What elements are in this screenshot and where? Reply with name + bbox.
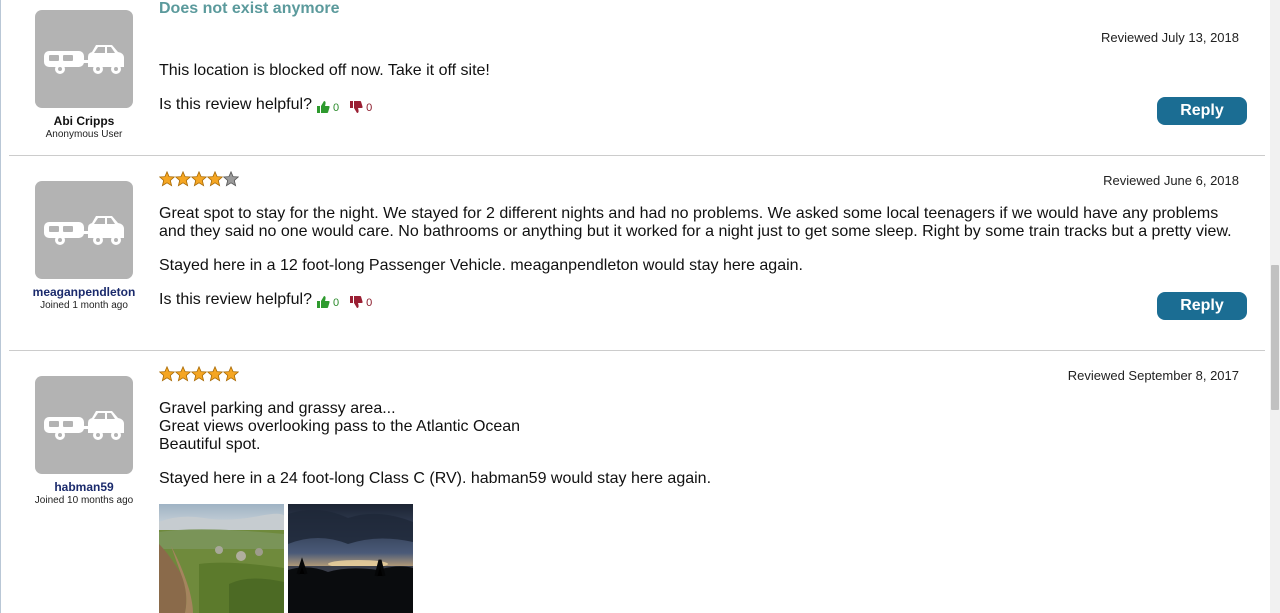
star-icon bbox=[191, 171, 207, 187]
review-body: Great spot to stay for the night. We sta… bbox=[159, 205, 1232, 241]
review-date: Reviewed June 6, 2018 bbox=[1103, 173, 1239, 188]
helpful-label: Is this review helpful? bbox=[159, 291, 312, 308]
review-photo[interactable] bbox=[159, 504, 284, 613]
stay-info: Stayed here in a 12 foot-long Passenger … bbox=[159, 257, 803, 274]
up-count: 0 bbox=[332, 102, 340, 114]
reviewer-status: Joined 10 months ago bbox=[34, 495, 134, 506]
reviewer-info: habman59 Joined 10 months ago bbox=[9, 376, 159, 507]
helpful-row: Is this review helpful? 0 0 bbox=[159, 291, 378, 309]
star-icon bbox=[223, 366, 239, 382]
star-icon bbox=[175, 171, 191, 187]
star-icon bbox=[159, 366, 175, 382]
review-card: habman59 Joined 10 months ago Reviewed S… bbox=[9, 351, 1265, 613]
star-empty-icon bbox=[223, 171, 239, 187]
thumbs-down-icon[interactable] bbox=[349, 100, 363, 114]
helpful-label: Is this review helpful? bbox=[159, 96, 312, 113]
review-card: Abi Cripps Anonymous User Does not exist… bbox=[9, 0, 1265, 156]
up-count: 0 bbox=[332, 297, 340, 309]
stay-info: Stayed here in a 24 foot-long Class C (R… bbox=[159, 470, 712, 487]
reviews-panel: Abi Cripps Anonymous User Does not exist… bbox=[0, 0, 1270, 613]
scrollbar-thumb[interactable] bbox=[1271, 265, 1279, 410]
star-icon bbox=[207, 366, 223, 382]
reviewer-name[interactable]: habman59 bbox=[9, 480, 159, 494]
review-photo[interactable] bbox=[288, 504, 413, 613]
review-card: meaganpendleton Joined 1 month ago Revie… bbox=[9, 156, 1265, 351]
review-date: Reviewed September 8, 2017 bbox=[1067, 368, 1239, 383]
review-date: Reviewed July 13, 2018 bbox=[1100, 30, 1239, 45]
down-count: 0 bbox=[366, 297, 373, 309]
rv-trailer-icon bbox=[35, 10, 133, 108]
down-count: 0 bbox=[366, 102, 373, 114]
thumbs-up-icon[interactable] bbox=[316, 100, 330, 114]
reviewer-name[interactable]: meaganpendleton bbox=[9, 285, 159, 299]
review-content: Does not exist anymore Reviewed July 13,… bbox=[159, 0, 1247, 156]
thumbs-down-icon[interactable] bbox=[349, 295, 363, 309]
scrollbar[interactable] bbox=[1270, 0, 1280, 613]
review-body-line: Gravel parking and grassy area... bbox=[159, 400, 396, 417]
review-body: This location is blocked off now. Take i… bbox=[159, 62, 490, 79]
rv-trailer-icon bbox=[35, 181, 133, 279]
star-icon bbox=[175, 366, 191, 382]
star-rating bbox=[159, 366, 239, 382]
reviewer-status: Anonymous User bbox=[45, 129, 123, 140]
thumbs-up-icon[interactable] bbox=[316, 295, 330, 309]
reviewer-name: Abi Cripps bbox=[53, 114, 115, 128]
star-rating bbox=[159, 171, 239, 187]
reply-button[interactable]: Reply bbox=[1157, 292, 1247, 320]
review-title: Does not exist anymore bbox=[159, 0, 340, 17]
rv-trailer-icon bbox=[35, 376, 133, 474]
reviewer-status: Joined 1 month ago bbox=[40, 300, 128, 311]
reviewer-info: Abi Cripps Anonymous User bbox=[9, 10, 159, 141]
review-body-line: Great views overlooking pass to the Atla… bbox=[159, 418, 521, 435]
review-content: Reviewed June 6, 2018 Great spot to stay… bbox=[159, 156, 1247, 351]
helpful-row: Is this review helpful? 0 0 bbox=[159, 96, 378, 114]
review-body-line: Great spot to stay for the night. We sta… bbox=[159, 205, 1219, 222]
star-icon bbox=[191, 366, 207, 382]
star-icon bbox=[159, 171, 175, 187]
reply-button[interactable]: Reply bbox=[1157, 97, 1247, 125]
review-body-line: and they said no one would care. No bath… bbox=[159, 223, 1232, 240]
star-icon bbox=[207, 171, 223, 187]
review-body: Gravel parking and grassy area... Great … bbox=[159, 400, 520, 454]
reviewer-info: meaganpendleton Joined 1 month ago bbox=[9, 181, 159, 312]
review-body-line: Beautiful spot. bbox=[159, 436, 261, 453]
review-content: Reviewed September 8, 2017 Gravel parkin… bbox=[159, 351, 1239, 613]
